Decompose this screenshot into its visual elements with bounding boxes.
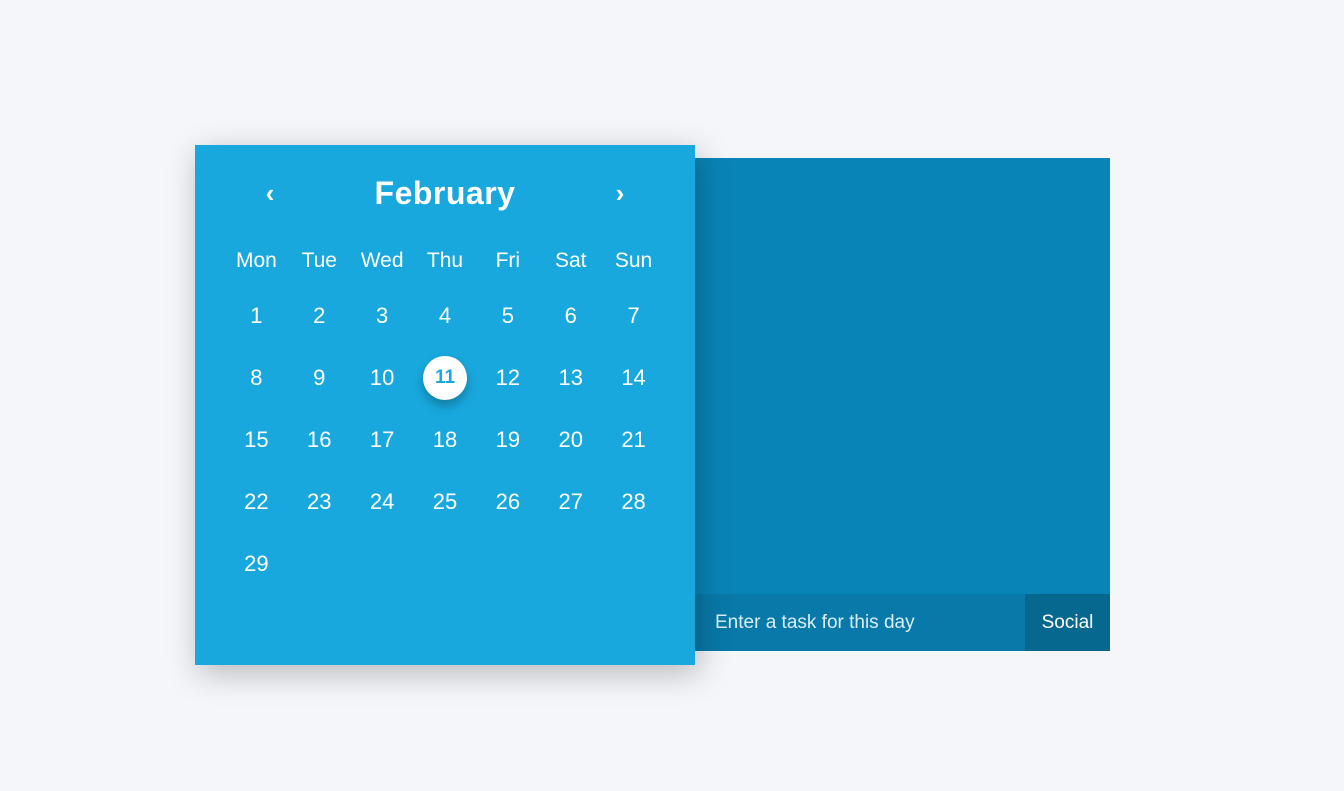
calendar-day[interactable]: 6	[539, 285, 602, 347]
calendar-weekday: Sun	[602, 237, 665, 285]
calendar-day[interactable]: 13	[539, 347, 602, 409]
calendar-day[interactable]: 18	[414, 409, 477, 471]
calendar-day-label: 19	[486, 418, 530, 462]
calendar-day-label: 7	[612, 294, 656, 338]
calendar-day-label: 1	[234, 294, 278, 338]
calendar-weekday: Sat	[539, 237, 602, 285]
calendar-day[interactable]: 12	[476, 347, 539, 409]
calendar-day-label: 21	[612, 418, 656, 462]
task-input-row: Social	[695, 594, 1110, 651]
calendar-day[interactable]: 16	[288, 409, 351, 471]
calendar-day[interactable]: 27	[539, 471, 602, 533]
calendar-day[interactable]: 28	[602, 471, 665, 533]
calendar-day-label: 5	[486, 294, 530, 338]
calendar-day[interactable]: 10	[351, 347, 414, 409]
calendar-day-label: 18	[423, 418, 467, 462]
calendar-day-label: 22	[234, 480, 278, 524]
calendar-day[interactable]: 5	[476, 285, 539, 347]
calendar-month-title: February	[375, 175, 516, 212]
calendar-day-label: 11	[423, 356, 467, 400]
calendar-day-label: 29	[234, 542, 278, 586]
calendar-day-label: 15	[234, 418, 278, 462]
calendar-weekday: Wed	[351, 237, 414, 285]
calendar-day-label: 24	[360, 480, 404, 524]
calendar-day[interactable]: 3	[351, 285, 414, 347]
calendar-day-label: 9	[297, 356, 341, 400]
prev-month-button[interactable]: ‹	[255, 179, 285, 209]
calendar-day-label: 8	[234, 356, 278, 400]
calendar-day-label: 27	[549, 480, 593, 524]
task-category-select[interactable]: Social	[1025, 594, 1110, 651]
calendar-day[interactable]: 11	[414, 347, 477, 409]
task-panel: Social	[695, 158, 1110, 651]
calendar-day[interactable]: 17	[351, 409, 414, 471]
calendar-day[interactable]: 21	[602, 409, 665, 471]
task-list-area	[695, 158, 1110, 594]
calendar-day[interactable]: 25	[414, 471, 477, 533]
calendar-day-label: 25	[423, 480, 467, 524]
calendar-day-label: 4	[423, 294, 467, 338]
chevron-left-icon: ‹	[266, 178, 275, 209]
calendar-day-label: 20	[549, 418, 593, 462]
calendar-weekday: Mon	[225, 237, 288, 285]
calendar-day[interactable]: 19	[476, 409, 539, 471]
calendar-day[interactable]: 22	[225, 471, 288, 533]
calendar-header: ‹ February ›	[225, 175, 665, 212]
calendar-day[interactable]: 4	[414, 285, 477, 347]
calendar-day[interactable]: 9	[288, 347, 351, 409]
calendar-day-label: 16	[297, 418, 341, 462]
calendar-day[interactable]: 20	[539, 409, 602, 471]
calendar-day[interactable]: 1	[225, 285, 288, 347]
calendar-weekday: Tue	[288, 237, 351, 285]
calendar-day[interactable]: 7	[602, 285, 665, 347]
calendar-day-label: 12	[486, 356, 530, 400]
calendar-day-label: 26	[486, 480, 530, 524]
calendar-weekday: Fri	[476, 237, 539, 285]
calendar-day[interactable]: 15	[225, 409, 288, 471]
calendar-day-label: 14	[612, 356, 656, 400]
calendar-day[interactable]: 8	[225, 347, 288, 409]
calendar-day-label: 28	[612, 480, 656, 524]
calendar-day-label: 10	[360, 356, 404, 400]
calendar-day-label: 23	[297, 480, 341, 524]
calendar-day-label: 6	[549, 294, 593, 338]
chevron-right-icon: ›	[616, 178, 625, 209]
calendar-day-label: 2	[297, 294, 341, 338]
next-month-button[interactable]: ›	[605, 179, 635, 209]
task-input[interactable]	[695, 594, 1025, 651]
calendar-day[interactable]: 26	[476, 471, 539, 533]
calendar-day[interactable]: 2	[288, 285, 351, 347]
calendar-grid: MonTueWedThuFriSatSun1234567891011121314…	[225, 237, 665, 595]
calendar-day[interactable]: 23	[288, 471, 351, 533]
calendar-day[interactable]: 14	[602, 347, 665, 409]
calendar-day-label: 3	[360, 294, 404, 338]
calendar: ‹ February › MonTueWedThuFriSatSun123456…	[195, 145, 695, 665]
calendar-day-label: 17	[360, 418, 404, 462]
calendar-day[interactable]: 29	[225, 533, 288, 595]
calendar-day[interactable]: 24	[351, 471, 414, 533]
calendar-day-label: 13	[549, 356, 593, 400]
calendar-weekday: Thu	[414, 237, 477, 285]
